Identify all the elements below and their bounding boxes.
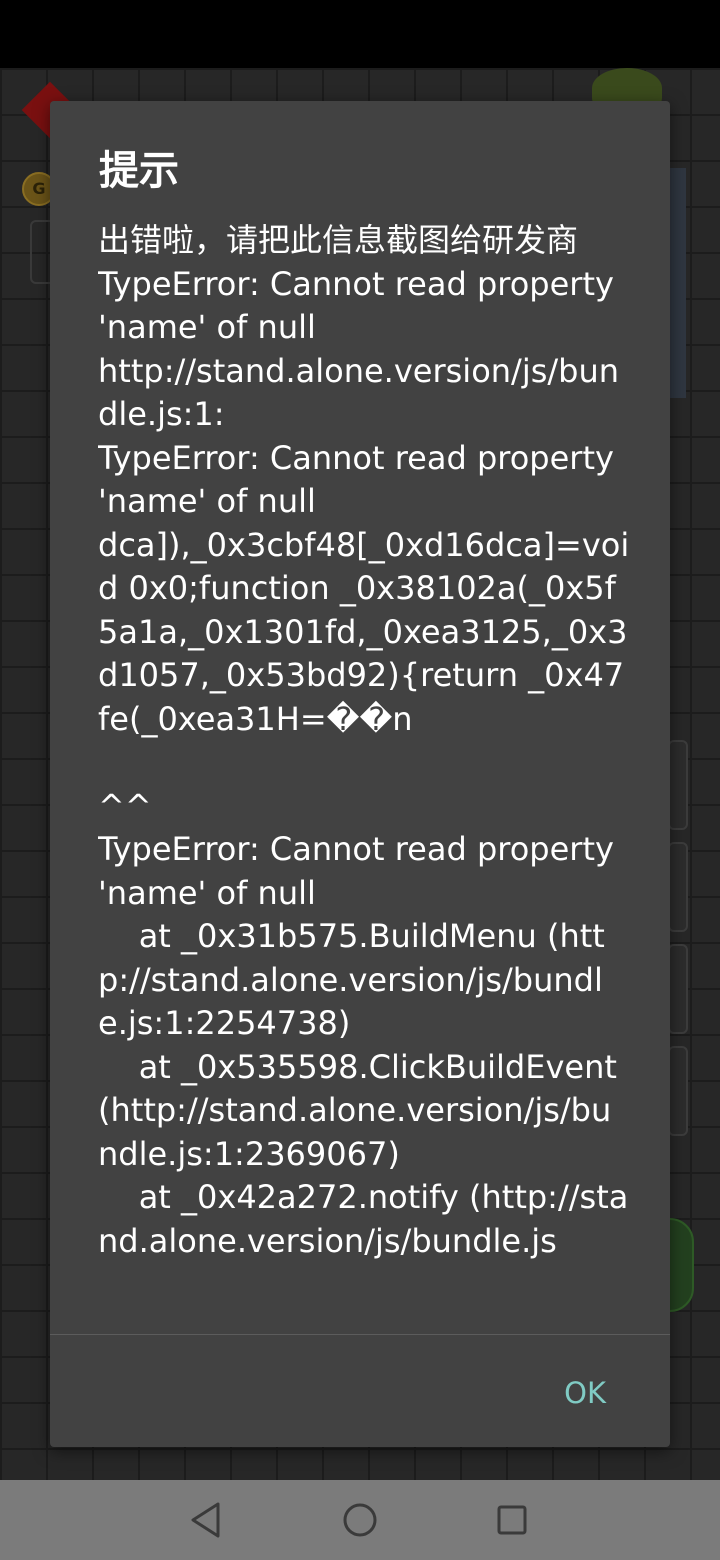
status-bar: [0, 0, 720, 68]
triangle-back-icon: [191, 1502, 220, 1538]
error-dialog: 提示 出错啦，请把此信息截图给研发商 TypeError: Cannot rea…: [50, 101, 670, 1447]
circle-home-icon: [343, 1503, 377, 1537]
recents-button[interactable]: [487, 1498, 537, 1542]
back-button[interactable]: [181, 1498, 231, 1542]
navigation-bar: [0, 1480, 720, 1560]
square-recents-icon: [497, 1505, 527, 1535]
build-slot: [668, 842, 688, 932]
dialog-message-scroll[interactable]: 出错啦，请把此信息截图给研发商 TypeError: Cannot read p…: [98, 219, 630, 1333]
side-strip: [670, 168, 686, 398]
dialog-message: 出错啦，请把此信息截图给研发商 TypeError: Cannot read p…: [98, 221, 630, 1260]
dialog-title: 提示: [99, 148, 179, 194]
build-slot: [668, 1046, 688, 1136]
build-slot: [668, 740, 688, 830]
ok-button[interactable]: OK: [544, 1369, 626, 1417]
home-button[interactable]: [335, 1498, 385, 1542]
build-slot: [668, 944, 688, 1034]
dialog-divider: [50, 1334, 670, 1335]
